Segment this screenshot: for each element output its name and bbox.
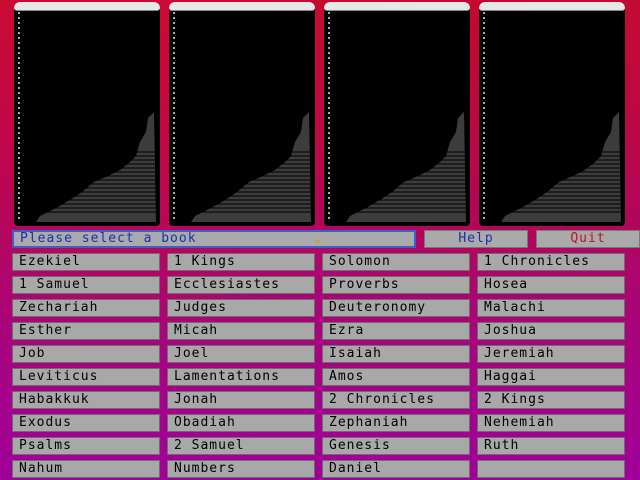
scroll-illustration-icon: [501, 112, 621, 222]
scroll-illustration-icon: [191, 112, 311, 222]
book-button[interactable]: Solomon: [322, 253, 470, 271]
book-button[interactable]: Joel: [167, 345, 315, 363]
book-button[interactable]: Lamentations: [167, 368, 315, 386]
quit-button[interactable]: Quit: [536, 230, 640, 248]
scroll-illustration-icon: [346, 112, 466, 222]
scroll-edge: [483, 12, 485, 220]
book-button[interactable]: 2 Chronicles: [322, 391, 470, 409]
book-button[interactable]: Joshua: [477, 322, 625, 340]
book-button[interactable]: Esther: [12, 322, 160, 340]
book-button[interactable]: Micah: [167, 322, 315, 340]
book-button[interactable]: Hosea: [477, 276, 625, 294]
book-button[interactable]: Isaiah: [322, 345, 470, 363]
book-button[interactable]: Malachi: [477, 299, 625, 317]
scroll-rod: [14, 2, 160, 11]
scroll-edge: [18, 12, 20, 220]
book-button[interactable]: Psalms: [12, 437, 160, 455]
book-button[interactable]: Obadiah: [167, 414, 315, 432]
scroll-panel-4: [479, 2, 625, 226]
book-button[interactable]: Amos: [322, 368, 470, 386]
scroll-rod: [479, 2, 625, 11]
book-button[interactable]: Daniel: [322, 460, 470, 478]
book-button[interactable]: Deuteronomy: [322, 299, 470, 317]
book-button[interactable]: Job: [12, 345, 160, 363]
book-button[interactable]: Numbers: [167, 460, 315, 478]
book-button[interactable]: Proverbs: [322, 276, 470, 294]
status-prompt: Please select a book: [12, 230, 416, 248]
scroll-rod: [169, 2, 315, 11]
book-button[interactable]: Judges: [167, 299, 315, 317]
book-button[interactable]: 2 Kings: [477, 391, 625, 409]
scroll-panel-3: [324, 2, 470, 226]
scroll-illustration-icon: [36, 112, 156, 222]
book-button[interactable]: 1 Chronicles: [477, 253, 625, 271]
book-button[interactable]: 1 Samuel: [12, 276, 160, 294]
book-button[interactable]: Ruth: [477, 437, 625, 455]
book-button[interactable]: Nehemiah: [477, 414, 625, 432]
book-button[interactable]: Ezekiel: [12, 253, 160, 271]
book-button[interactable]: 2 Samuel: [167, 437, 315, 455]
book-button[interactable]: Genesis: [322, 437, 470, 455]
scroll-edge: [173, 12, 175, 220]
book-button[interactable]: 1 Kings: [167, 253, 315, 271]
book-button[interactable]: Zechariah: [12, 299, 160, 317]
scroll-rod: [324, 2, 470, 11]
scroll-panel-2: [169, 2, 315, 226]
book-button[interactable]: Jeremiah: [477, 345, 625, 363]
scroll-panel-1: [14, 2, 160, 226]
scroll-edge: [328, 12, 330, 220]
book-button[interactable]: Leviticus: [12, 368, 160, 386]
empty-book-slot: [477, 460, 625, 478]
book-button[interactable]: Ecclesiastes: [167, 276, 315, 294]
book-button[interactable]: Jonah: [167, 391, 315, 409]
book-button[interactable]: Haggai: [477, 368, 625, 386]
book-button[interactable]: Zephaniah: [322, 414, 470, 432]
crosshair-cursor-icon: ✛: [314, 233, 322, 247]
help-button[interactable]: Help: [424, 230, 528, 248]
book-button[interactable]: Ezra: [322, 322, 470, 340]
book-button[interactable]: Habakkuk: [12, 391, 160, 409]
book-button[interactable]: Exodus: [12, 414, 160, 432]
book-button[interactable]: Nahum: [12, 460, 160, 478]
